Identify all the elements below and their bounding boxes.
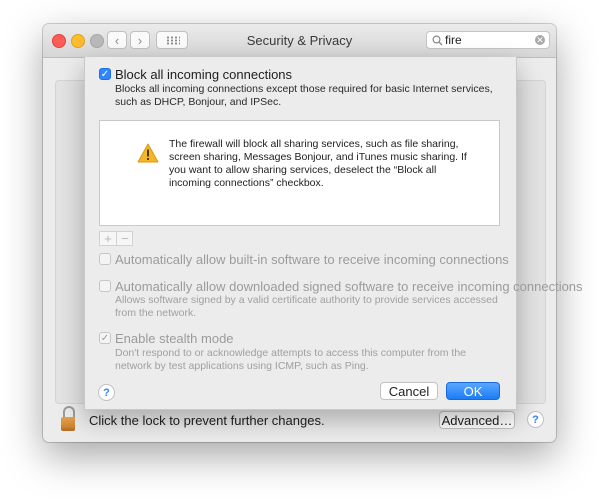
allow-signed-label: Automatically allow downloaded signed so…	[115, 279, 583, 294]
allow-signed-description: Allows software signed by a valid certif…	[115, 294, 498, 319]
clear-search-icon[interactable]: ✕	[535, 35, 545, 45]
add-remove-control: + −	[99, 231, 133, 246]
blocked-services-box: The firewall will block all sharing serv…	[99, 120, 500, 226]
search-field[interactable]: fire ✕	[426, 31, 550, 49]
sharing-warning-text: The firewall will block all sharing serv…	[169, 138, 467, 189]
remove-app-button[interactable]: −	[117, 231, 133, 246]
magnifier-icon	[432, 35, 443, 46]
block-all-description: Blocks all incoming connections except t…	[115, 83, 493, 108]
cancel-button[interactable]: Cancel	[380, 382, 438, 400]
ok-button[interactable]: OK	[446, 382, 500, 400]
add-app-button[interactable]: +	[100, 231, 116, 246]
title-bar: ‹ › Security & Privacy fire ✕	[43, 24, 556, 58]
warning-triangle-icon	[137, 143, 159, 163]
help-question-icon: ?	[103, 387, 110, 399]
stealth-mode-description: Don't respond to or acknowledge attempts…	[115, 347, 467, 372]
firewall-options-sheet: ✓ Block all incoming connections Blocks …	[84, 57, 583, 410]
allow-builtin-label: Automatically allow built-in software to…	[115, 252, 509, 267]
padlock-icon[interactable]	[61, 406, 77, 434]
stealth-mode-checkbox[interactable]: ✓	[99, 332, 111, 344]
block-all-checkbox[interactable]: ✓	[99, 68, 111, 80]
advanced-button[interactable]: Advanced…	[439, 411, 515, 429]
allow-signed-checkbox[interactable]	[99, 280, 111, 292]
sheet-help-button[interactable]: ?	[98, 384, 115, 401]
help-question-icon: ?	[532, 414, 539, 426]
lock-status-text: Click the lock to prevent further change…	[89, 413, 325, 428]
help-button[interactable]: ?	[527, 411, 544, 428]
allow-builtin-checkbox[interactable]	[99, 253, 111, 265]
search-input[interactable]: fire	[445, 33, 462, 47]
block-all-label: Block all incoming connections	[115, 67, 293, 82]
stealth-mode-label: Enable stealth mode	[115, 331, 234, 346]
